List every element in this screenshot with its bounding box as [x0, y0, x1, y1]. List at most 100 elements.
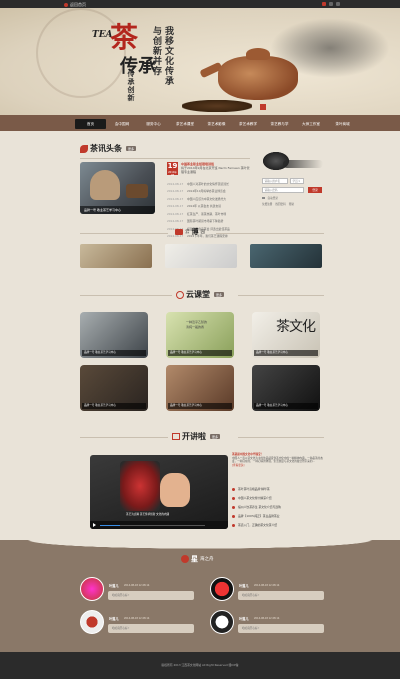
divider — [80, 295, 172, 296]
talk-lead-text: 中国人一直以茶文化为主的饮品感受到茶文化中的一种精神内涵，一种品茶的态度，一种自… — [232, 456, 323, 464]
nav-item-video[interactable]: 茶艺术影像 — [201, 119, 232, 129]
news-lead-text: 将于2014年9月在北京开班 Nerm Ferneen 茶叶管理专业课程 — [181, 166, 250, 174]
hero-vertical-3: 传承创新 — [127, 70, 136, 102]
hero-vertical-1: 我移文化传承 — [163, 26, 173, 86]
hero-banner: TEA 茶 传承 我移文化传承 与创新并存 传承创新 — [0, 8, 400, 115]
divider — [80, 437, 168, 438]
tea-cups-image — [182, 100, 252, 112]
blog-image[interactable] — [80, 244, 152, 268]
divider — [80, 158, 250, 159]
cloud-icon — [176, 290, 184, 299]
news-row[interactable]: 2014-08-17 中国人对茶叶的文化情怀源远流长 — [167, 180, 252, 188]
talk-row[interactable]: 福州人饮茶养生 茶文化介绍与选购 — [232, 505, 327, 514]
news-more-button[interactable]: 更多 — [126, 146, 137, 151]
read-more-link[interactable]: [查看更多] — [232, 464, 327, 468]
date-day: 19 — [167, 162, 178, 170]
talk-title: 开讲啦 — [182, 431, 206, 441]
talk-row[interactable]: 茶道入门，正确的茶文化茶介绍 — [232, 523, 327, 532]
nav-item-china[interactable]: 会中国网 — [107, 119, 138, 129]
class-video-3[interactable]: 茶文化 品牌一号 敬业茶艺学习中心 — [252, 312, 320, 358]
nav-item-home[interactable]: 首页 — [75, 119, 106, 129]
talk-lead[interactable]: 茶就是中国文化中华瑰宝！ 中国人一直以茶文化为主的饮品感受到茶文化中的一种精神内… — [232, 453, 327, 467]
top-bar: 返回首页 — [0, 0, 400, 8]
username-input[interactable]: 请输入用户名 — [262, 178, 288, 184]
news-lead[interactable]: 中国茶业职业经理培训班 将于2014年9月在北京开班 Nerm Ferneen … — [181, 162, 251, 174]
qq-icon[interactable] — [336, 1, 340, 6]
phone-screen-image — [120, 461, 160, 511]
home-icon — [64, 2, 68, 7]
weixin-icon[interactable] — [329, 1, 333, 6]
talk-list: 茶叶茶叶高端品牌 精华茶 中国人茶文化博大精深介绍 福州人饮茶养生 茶文化介绍与… — [232, 487, 327, 532]
class-video-2[interactable]: 一种近乎乙醇的 清纯一般的香 品牌一号 敬业茶艺学习中心 — [166, 312, 234, 358]
divider — [216, 233, 324, 234]
divider — [238, 437, 324, 438]
help-link[interactable]: 帮助 — [289, 202, 294, 206]
blog-image[interactable] — [165, 244, 237, 268]
person-figure — [90, 170, 120, 200]
star-icon — [181, 555, 189, 563]
register-link[interactable]: 免费注册 — [262, 202, 272, 206]
avatar — [210, 610, 234, 634]
divider — [238, 295, 324, 296]
news-row[interactable]: 2014-08-17 2014年10月将举办茶业博览会 — [167, 188, 252, 196]
talk-row[interactable]: 茶叶茶叶高端品牌 精华茶 — [232, 487, 327, 496]
play-icon[interactable] — [93, 523, 96, 527]
avatar — [210, 577, 234, 601]
avatar — [80, 610, 104, 634]
news-row[interactable]: 2014-08-17 红茶生产、黑茶热销、茶叶市场 — [167, 210, 252, 218]
login-links: 免费注册 找回密码 帮助 — [262, 202, 294, 206]
news-row[interactable]: 2014-08-17 国际茶叶期货市场呈下降趋势 — [167, 218, 252, 226]
news-row[interactable]: 2014-08-17 中国人应该为中茶文化发扬光大 — [167, 195, 252, 203]
nav-item-shop[interactable]: 茶叶商城 — [327, 119, 358, 129]
video-caption: 茶艺为点睛 茶艺传承创新 文化的内涵 — [126, 513, 170, 516]
login-button[interactable]: 登录 — [308, 187, 322, 193]
nav-item-learning[interactable]: 茶艺教与学 — [264, 119, 295, 129]
login-remember[interactable]: 自动登录 — [262, 196, 278, 200]
nav-item-class[interactable]: 茶艺术课堂 — [170, 119, 201, 129]
talk-more-button[interactable]: 更多 — [210, 434, 221, 439]
date-month: 2014年08 — [168, 171, 177, 177]
nav-item-service[interactable]: 服务中心 — [138, 119, 169, 129]
user-type-select[interactable]: 学员 ▾ — [290, 178, 304, 184]
nav-item-teaching[interactable]: 茶艺术教学 — [233, 119, 264, 129]
news-row[interactable]: 2014-08-17 2014年 以茶会友 共建友谊 — [167, 203, 252, 211]
news-title: 茶讯头条 — [90, 143, 122, 153]
password-input[interactable]: 请输入密码 — [262, 187, 304, 193]
talk-header: 开讲啦 更多 — [172, 431, 221, 442]
news-featured-image[interactable]: 品牌一号 敬业茶艺学习中心 — [80, 162, 155, 214]
hero-big-char: 茶 — [110, 21, 139, 54]
blog-header: 云 博 园 — [175, 227, 205, 237]
classroom-more-button[interactable]: 更多 — [214, 292, 225, 297]
red-seal — [260, 104, 266, 110]
nav-item-master[interactable]: 大师工作室 — [296, 119, 327, 129]
divider — [80, 233, 168, 234]
social-links — [322, 1, 340, 6]
class-video-6[interactable]: 品牌一号 敬业茶艺学习中心 — [252, 365, 320, 411]
avatar — [80, 577, 104, 601]
home-link[interactable]: 返回首页 — [64, 2, 86, 8]
class-video-4[interactable]: 品牌一号 敬业茶艺学习中心 — [80, 365, 148, 411]
weibo-icon[interactable] — [322, 1, 326, 6]
talk-row[interactable]: 中国人茶文化博大精深介绍 — [232, 496, 327, 505]
class-video-1[interactable]: 品牌一号 敬业茶艺学习中心 — [80, 312, 148, 358]
news-header: 茶讯头条 更多 — [80, 143, 137, 154]
video-controls — [90, 521, 228, 529]
date-badge: 19 2014年08 — [167, 162, 178, 177]
tea-set-figure — [126, 184, 148, 198]
classroom-title: 云课堂 — [186, 289, 210, 299]
news-image-caption: 品牌一号 敬业茶艺学习中心 — [80, 206, 155, 214]
main-nav: 首页 会中国网 服务中心 茶艺术课堂 茶艺术影像 茶艺术教学 茶艺教与学 大师工… — [0, 115, 400, 131]
footer: 版权所有 2013 江西茶文化网站 All Right Reserved 赣IC… — [0, 652, 400, 679]
ink-brush-stroke — [283, 160, 323, 168]
star-header: 星 海之舟 — [181, 554, 214, 564]
tv-icon — [172, 433, 180, 440]
class-video-5[interactable]: 品牌一号 敬业茶艺学习中心 — [166, 365, 234, 411]
tea-leaf-icon — [80, 144, 88, 153]
teapot-lid — [246, 48, 270, 60]
blog-image[interactable] — [250, 244, 322, 268]
forgot-password-link[interactable]: 找回密码 — [275, 202, 285, 206]
hand-image — [160, 473, 190, 507]
video-player[interactable]: 茶艺为点睛 茶艺传承创新 文化的内涵 — [90, 455, 228, 529]
talk-row[interactable]: 品牌【100%纯正】茶业品牌茶业 — [232, 514, 327, 523]
remember-checkbox[interactable] — [262, 196, 265, 199]
